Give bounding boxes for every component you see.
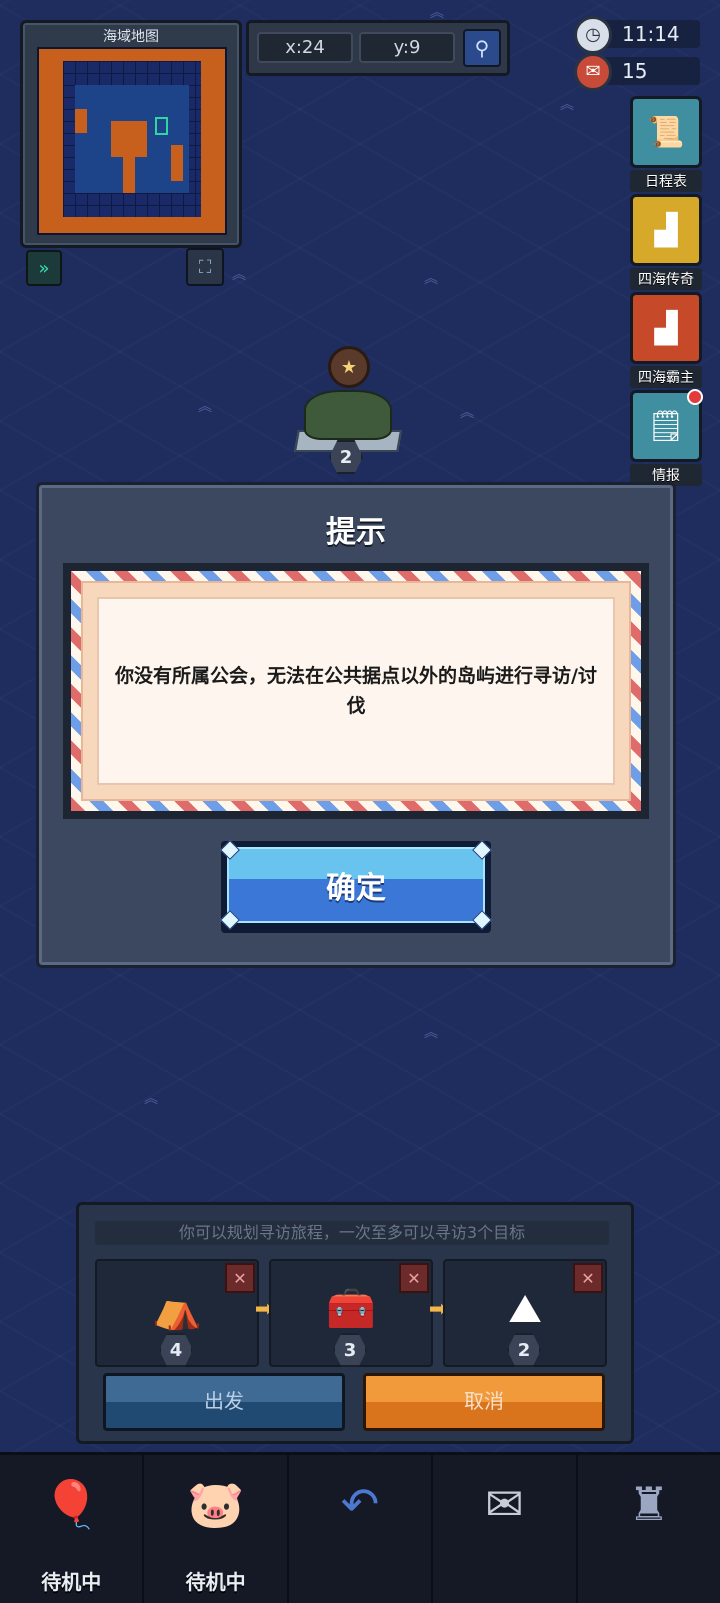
nav-status-label: 待机中 [185, 1570, 246, 1594]
coordinate-bar: x:24 y:9 ⚲ [246, 20, 510, 76]
fast-forward-button[interactable]: » [26, 250, 62, 286]
magnifier-icon: ⚲ [474, 36, 490, 60]
balloon-icon: 🎈 [42, 1477, 100, 1531]
slot-level-badge: 4 [159, 1333, 193, 1367]
fullscreen-button[interactable]: ⛶ [186, 248, 224, 286]
clock-icon: ◷ [574, 16, 612, 54]
scroll-icon: 📜 [630, 96, 702, 168]
dialog-message: 你没有所属公会，无法在公共据点以外的岛屿进行寻访/讨伐 [97, 597, 615, 785]
ticket-count: 15 [622, 59, 648, 83]
nav-return[interactable]: ↶ [289, 1455, 434, 1603]
close-icon: ✕ [407, 1268, 421, 1288]
scroll-bundle-icon: ✉ [574, 53, 612, 91]
letter-frame: 你没有所属公会，无法在公共据点以外的岛屿进行寻访/讨伐 [63, 563, 649, 819]
clock-time: 11:14 [622, 22, 680, 46]
close-icon: ✕ [233, 1268, 247, 1288]
island-rock-icon: ⛰ [508, 1286, 542, 1332]
remove-slot-button[interactable]: ✕ [225, 1263, 255, 1293]
minimap-grid[interactable] [37, 47, 227, 235]
island-rock-icon [304, 390, 392, 440]
nav-mail[interactable]: ✉ [433, 1455, 578, 1603]
legend-ranking-label: 四海传奇 [630, 268, 702, 290]
castle-tower-icon: ♜ [628, 1477, 670, 1531]
tent-icon: ⛺ [152, 1286, 202, 1332]
confirm-button[interactable]: 确定 [220, 840, 492, 933]
cancel-button[interactable]: 取消 [363, 1373, 605, 1431]
planner-slot-3[interactable]: ✕ ⛰ 2 [443, 1259, 607, 1367]
podium-icon: ▟ [630, 292, 702, 364]
overlord-ranking-button[interactable]: ▟ 四海霸主 [630, 292, 702, 388]
envelope-icon: ✉ [485, 1477, 524, 1531]
map-island[interactable]: ★ 2 [294, 340, 402, 480]
coord-y[interactable]: y:9 [359, 32, 455, 63]
planner-hint: 你可以规划寻访旅程，一次至多可以寻访3个目标 [95, 1221, 609, 1245]
clock-display: ◷ 11:14 [574, 16, 700, 54]
schedule-label: 日程表 [630, 170, 702, 192]
nav-castle[interactable]: ♜ [578, 1455, 720, 1603]
wave-icon: ︽ [424, 271, 438, 287]
minimap-title: 海域地图 [103, 29, 159, 45]
slot-level-badge: 3 [333, 1333, 367, 1367]
wave-icon: ︽ [560, 97, 574, 113]
planner-slot-2[interactable]: ✕ 🧰 3 [269, 1259, 433, 1367]
notification-dot [687, 389, 703, 405]
intel-button[interactable]: 🗒 情报 [630, 389, 703, 486]
letter-margin: 你没有所属公会，无法在公共据点以外的岛屿进行寻访/讨伐 [81, 581, 631, 801]
coord-x[interactable]: x:24 [257, 32, 353, 63]
schedule-button[interactable]: 📜 日程表 [630, 96, 702, 192]
airmail-border: 你没有所属公会，无法在公共据点以外的岛屿进行寻访/讨伐 [71, 571, 641, 811]
slot-level-badge: 2 [507, 1333, 541, 1367]
wave-icon: ︽ [430, 5, 444, 21]
overlord-ranking-label: 四海霸主 [630, 366, 702, 388]
treasure-chest-icon: 🧰 [326, 1286, 376, 1332]
remove-slot-button[interactable]: ✕ [399, 1263, 429, 1293]
wave-icon: ︽ [424, 1025, 438, 1041]
dialog-title: 提示 [326, 515, 386, 550]
close-icon: ✕ [581, 1268, 595, 1288]
bottom-nav: 🎈 待机中 🐷 待机中 ↶ ✉ ♜ [0, 1452, 720, 1603]
documents-icon: 🗒 [630, 389, 703, 462]
podium-icon: ▟ [630, 194, 702, 266]
expand-icon: ⛶ [198, 256, 212, 278]
pig-cannon-icon: 🐷 [186, 1477, 245, 1531]
remove-slot-button[interactable]: ✕ [573, 1263, 603, 1293]
minimap[interactable]: 海域地图 [20, 20, 242, 248]
wave-icon: ︽ [144, 1091, 158, 1107]
depart-button[interactable]: 出发 [103, 1373, 345, 1431]
wave-icon: ︽ [460, 405, 474, 421]
confirm-label: 确定 [227, 847, 485, 923]
nav-balloon-fleet[interactable]: 🎈 待机中 [0, 1455, 145, 1603]
fast-forward-icon: » [38, 257, 50, 279]
notice-dialog: 提示 你没有所属公会，无法在公共据点以外的岛屿进行寻访/讨伐 确定 [36, 482, 676, 968]
wave-icon: ︽ [232, 267, 246, 283]
wave-icon: ︽ [198, 399, 212, 415]
visit-planner: 你可以规划寻访旅程，一次至多可以寻访3个目标 ✕ ⛺ 4 ➡ ✕ 🧰 3 ➡ ✕… [76, 1202, 634, 1444]
island-emblem-icon: ★ [328, 346, 370, 388]
return-arrow-icon: ↶ [340, 1477, 380, 1531]
coordinate-search-button[interactable]: ⚲ [463, 29, 501, 67]
ticket-count-display: ✉ 15 [574, 53, 700, 91]
planner-slot-1[interactable]: ✕ ⛺ 4 [95, 1259, 259, 1367]
minimap-position-marker [155, 117, 168, 135]
nav-cannon-fleet[interactable]: 🐷 待机中 [144, 1455, 289, 1603]
nav-status-label: 待机中 [41, 1570, 102, 1594]
legend-ranking-button[interactable]: ▟ 四海传奇 [630, 194, 702, 290]
